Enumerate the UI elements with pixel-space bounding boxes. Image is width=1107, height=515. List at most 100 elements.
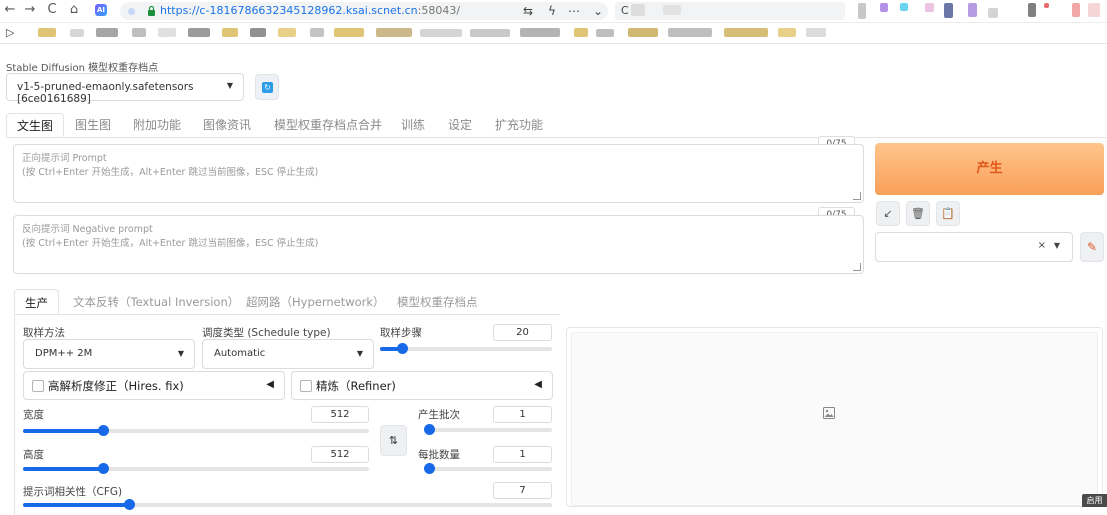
bookmark-item[interactable] <box>38 28 56 37</box>
bookmark-item[interactable] <box>376 28 412 37</box>
bookmark-item[interactable] <box>222 28 238 37</box>
tab-settings[interactable]: 设定 <box>438 113 482 137</box>
slider-handle[interactable] <box>97 425 109 436</box>
collapse-arrow-icon[interactable]: ◀ <box>534 379 542 390</box>
bookmark-item[interactable] <box>132 28 146 37</box>
bookmark-item[interactable] <box>574 28 588 37</box>
tab-png-info[interactable]: 图像资讯 <box>193 113 261 137</box>
extension-icon[interactable] <box>1044 3 1049 8</box>
read-params-icon[interactable]: ↙ <box>876 201 900 226</box>
ai-icon[interactable]: AI <box>95 4 107 16</box>
extension-icon[interactable] <box>944 3 953 18</box>
resize-grip-icon[interactable] <box>853 263 861 271</box>
bookmark-item[interactable] <box>778 28 796 37</box>
cfg-input[interactable]: 7 <box>493 482 552 499</box>
bookmark-item[interactable] <box>334 28 364 37</box>
tab-extensions[interactable]: 扩充功能 <box>485 113 553 137</box>
checkpoint-select[interactable]: v1-5-pruned-emaonly.safetensors [6ce0161… <box>6 73 244 105</box>
extension-icon[interactable] <box>1028 3 1036 17</box>
more-icon[interactable]: ⋯ <box>566 3 582 19</box>
search-input[interactable]: C <box>615 2 845 20</box>
bookmark-item[interactable] <box>310 28 324 37</box>
refiner-checkbox[interactable] <box>300 380 312 392</box>
generate-button[interactable]: 产生 <box>875 143 1104 195</box>
steps-slider[interactable] <box>380 343 552 355</box>
extension-icon[interactable] <box>968 3 977 17</box>
bookmark-item[interactable] <box>806 28 826 37</box>
extension-icon[interactable] <box>1088 3 1100 17</box>
width-slider[interactable] <box>23 425 369 437</box>
bookmark-item[interactable] <box>596 29 614 37</box>
cfg-slider[interactable] <box>23 499 552 511</box>
bookmark-item[interactable] <box>520 28 560 37</box>
trash-icon[interactable]: 🗑 <box>906 201 930 226</box>
back-icon[interactable]: ← <box>2 2 18 18</box>
subtab-textual-inversion[interactable]: 文本反转（Textual Inversion） <box>63 289 249 315</box>
extension-icon[interactable] <box>1072 3 1080 17</box>
bookmark-item[interactable] <box>724 28 768 37</box>
edit-styles-icon[interactable]: ✎ <box>1080 232 1104 262</box>
slider-handle[interactable] <box>424 424 435 435</box>
sampler-select[interactable]: DPM++ 2M ▼ <box>23 339 195 369</box>
slider-handle[interactable] <box>424 463 435 474</box>
dropdown-arrow-icon: ▼ <box>177 349 184 358</box>
prompt-input[interactable]: 正向提示词 Prompt (按 Ctrl+Enter 开始生成，Alt+Ente… <box>13 144 864 203</box>
tab-train[interactable]: 训练 <box>391 113 435 137</box>
schedule-select[interactable]: Automatic ▼ <box>202 339 374 369</box>
slider-handle[interactable] <box>123 499 135 510</box>
bookmark-item[interactable] <box>420 29 462 37</box>
bookmark-item[interactable] <box>668 28 712 37</box>
play-icon[interactable]: ▷ <box>6 26 14 39</box>
bookmark-item[interactable] <box>158 28 176 37</box>
swap-dimensions-icon[interactable]: ⇅ <box>380 425 407 456</box>
tab-img2img[interactable]: 图生图 <box>65 113 121 137</box>
height-slider[interactable] <box>23 463 369 475</box>
height-input[interactable]: 512 <box>311 446 369 463</box>
extension-icon[interactable] <box>925 3 934 12</box>
tab-txt2img[interactable]: 文生图 <box>6 113 65 137</box>
home-icon[interactable]: ⌂ <box>66 2 82 18</box>
batch-count-slider[interactable] <box>424 424 552 436</box>
width-input[interactable]: 512 <box>311 406 369 423</box>
bookmark-item[interactable] <box>628 28 658 37</box>
batch-size-label: 每批数量 <box>418 449 460 461</box>
subtab-generation[interactable]: 生产 <box>14 289 59 315</box>
resize-grip-icon[interactable] <box>853 192 861 200</box>
forward-icon[interactable]: → <box>22 2 38 18</box>
tab-checkpoint-merger[interactable]: 模型权重存档点合并 <box>264 113 392 137</box>
lightning-icon[interactable]: ϟ <box>544 3 560 19</box>
hires-fix-accordion[interactable]: 高解析度修正（Hires. fix) ◀ <box>23 371 285 400</box>
translate-icon[interactable]: ⇆ <box>520 3 536 19</box>
refiner-accordion[interactable]: 精炼（Refiner) ◀ <box>291 371 553 400</box>
site-info-icon[interactable] <box>128 8 135 15</box>
hires-fix-checkbox[interactable] <box>32 380 44 392</box>
bookmark-item[interactable] <box>70 29 84 37</box>
bookmark-item[interactable] <box>250 28 266 37</box>
extension-icon[interactable] <box>988 8 998 18</box>
collapse-arrow-icon[interactable]: ◀ <box>266 379 274 390</box>
bookmark-item[interactable] <box>278 28 296 37</box>
extension-icon[interactable] <box>858 3 866 19</box>
styles-select[interactable]: × ▼ <box>875 232 1073 262</box>
negative-prompt-input[interactable]: 反向提示词 Negative prompt (按 Ctrl+Enter 开始生成… <box>13 215 864 274</box>
refresh-checkpoint-button[interactable]: ↻ <box>255 74 279 100</box>
subtab-checkpoints[interactable]: 模型权重存档点 <box>387 289 488 315</box>
steps-input[interactable]: 20 <box>493 324 552 341</box>
bookmark-item[interactable] <box>188 28 210 37</box>
slider-handle[interactable] <box>97 463 109 474</box>
clipboard-icon[interactable]: 📋 <box>936 201 960 226</box>
subtab-hypernetwork[interactable]: 超网路（Hypernetwork） <box>236 289 395 315</box>
chevron-down-icon[interactable]: ⌄ <box>590 3 606 19</box>
tab-extras[interactable]: 附加功能 <box>123 113 191 137</box>
reload-icon[interactable]: C <box>44 2 60 18</box>
extension-icon[interactable] <box>880 3 888 12</box>
batch-size-slider[interactable] <box>424 463 552 475</box>
extension-icon[interactable] <box>900 3 908 11</box>
bookmark-item[interactable] <box>96 28 118 37</box>
generation-subtabs: 生产 文本反转（Textual Inversion） 超网路（Hypernetw… <box>14 289 554 315</box>
batch-count-input[interactable]: 1 <box>493 406 552 423</box>
clear-icon[interactable]: × <box>1038 240 1046 251</box>
batch-size-input[interactable]: 1 <box>493 446 552 463</box>
slider-handle[interactable] <box>397 343 409 354</box>
bookmark-item[interactable] <box>470 29 510 37</box>
